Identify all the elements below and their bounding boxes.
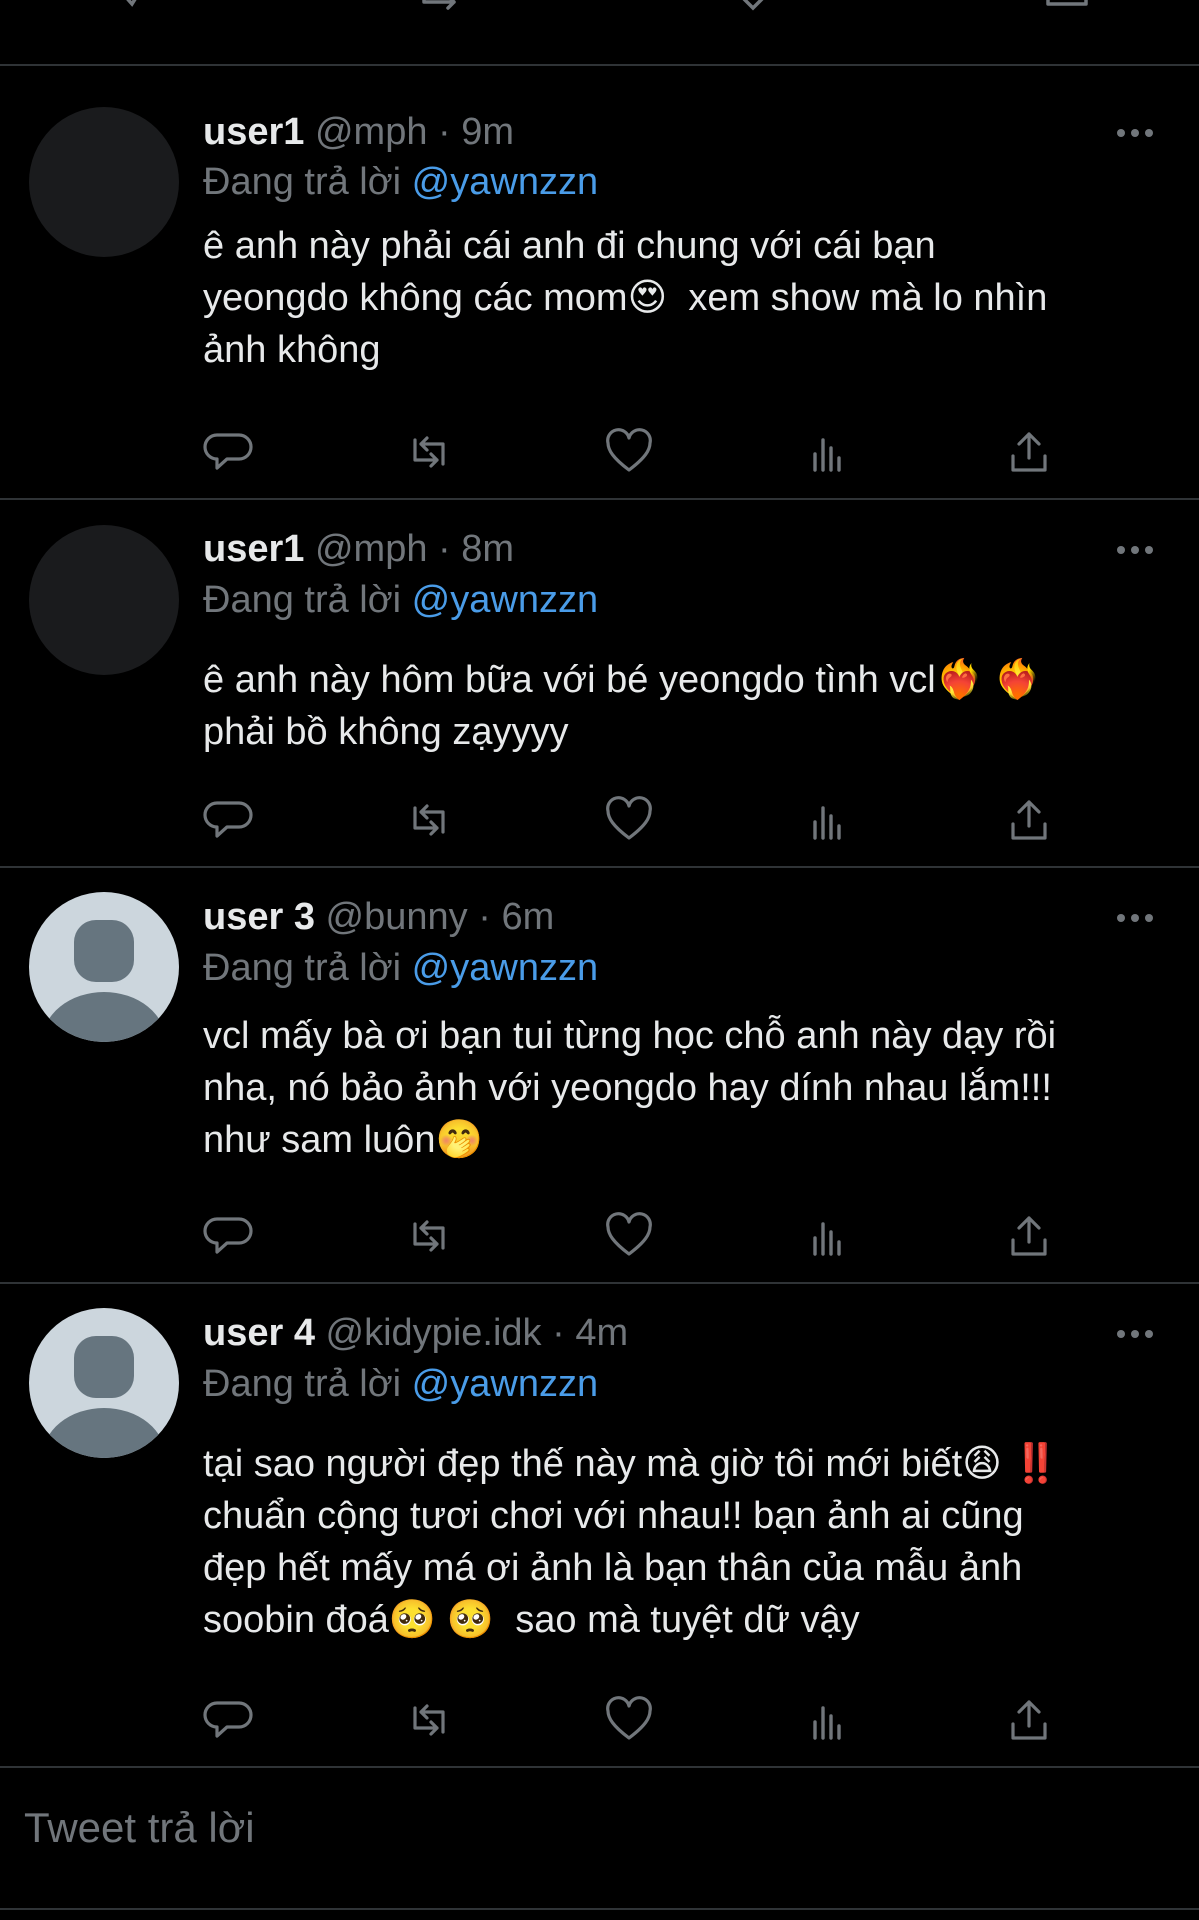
share-icon[interactable] <box>1003 794 1055 846</box>
tweet-text: tại sao người đẹp thế này mà giờ tôi mới… <box>203 1443 1060 1641</box>
replying-to-label: Đang trả lời <box>203 579 412 621</box>
tweet-header: user 4 @kidypie.idk · 4m <box>203 1309 628 1357</box>
like-icon[interactable] <box>603 1210 655 1262</box>
reply-input[interactable] <box>24 1798 1124 1858</box>
mention-link[interactable]: @yawnzzn <box>412 947 598 989</box>
tweet-header: user1 @mph · 9m <box>203 108 514 156</box>
views-icon[interactable] <box>803 794 855 846</box>
reply-icon[interactable] <box>203 426 255 478</box>
display-name[interactable]: user 3 <box>203 896 315 938</box>
tweet-actions <box>203 1694 1063 1746</box>
views-icon[interactable] <box>803 1694 855 1746</box>
more-options-icon[interactable] <box>1115 123 1155 143</box>
timestamp[interactable]: 9m <box>461 111 514 153</box>
reply-icon[interactable] <box>203 1210 255 1262</box>
tweet-text: vcl mấy bà ơi bạn tui từng học chỗ anh n… <box>203 1015 1057 1161</box>
display-name[interactable]: user1 <box>203 111 304 153</box>
replying-to: Đang trả lời @yawnzzn <box>203 158 598 206</box>
display-name[interactable]: user 4 <box>203 1312 315 1354</box>
timestamp[interactable]: 6m <box>501 896 554 938</box>
tweet-header: user1 @mph · 8m <box>203 525 514 573</box>
tweet-actions <box>203 426 1063 478</box>
views-icon[interactable] <box>803 1210 855 1262</box>
replying-to-label: Đang trả lời <box>203 1363 412 1405</box>
more-options-icon[interactable] <box>1115 540 1155 560</box>
tweet-item[interactable]: user1 @mph · 8m Đang trả lời @yawnzzn ê … <box>0 500 1199 868</box>
replying-to: Đang trả lời @yawnzzn <box>203 576 598 624</box>
share-icon[interactable] <box>1044 0 1090 16</box>
replying-to: Đang trả lời @yawnzzn <box>203 944 598 992</box>
like-icon[interactable] <box>603 426 655 478</box>
replying-to-label: Đang trả lời <box>203 161 412 203</box>
default-avatar-icon <box>42 1336 166 1458</box>
mention-link[interactable]: @yawnzzn <box>412 579 598 621</box>
tweet-actions <box>203 794 1063 846</box>
separator-dot: · <box>438 111 451 153</box>
user-handle[interactable]: @mph <box>315 111 428 153</box>
default-avatar-icon <box>42 920 166 1042</box>
tweet-header: user 3 @bunny · 6m <box>203 893 554 941</box>
tweet-actions <box>203 1210 1063 1262</box>
avatar[interactable] <box>29 892 179 1042</box>
more-options-icon[interactable] <box>1115 1324 1155 1344</box>
avatar[interactable] <box>29 107 179 257</box>
reply-icon[interactable] <box>203 1694 255 1746</box>
reply-icon[interactable] <box>203 794 255 846</box>
reply-composer <box>0 1768 1199 1910</box>
tweet-item[interactable]: user 3 @bunny · 6m Đang trả lời @yawnzzn… <box>0 868 1199 1284</box>
display-name[interactable]: user1 <box>203 528 304 570</box>
tweet-item[interactable]: user1 @mph · 9m Đang trả lời @yawnzzn ê … <box>0 66 1199 500</box>
separator-dot: · <box>438 528 451 570</box>
user-handle[interactable]: @bunny <box>326 896 468 938</box>
share-icon[interactable] <box>1003 1210 1055 1262</box>
more-options-icon[interactable] <box>1115 908 1155 928</box>
tweet-text: ê anh này hôm bữa với bé yeongdo tình vc… <box>203 659 1041 753</box>
top-action-bar <box>0 0 1199 66</box>
share-icon[interactable] <box>1003 426 1055 478</box>
retweet-icon[interactable] <box>420 0 466 16</box>
views-icon[interactable] <box>803 426 855 478</box>
separator-dot: · <box>552 1312 565 1354</box>
tweet-item[interactable]: user 4 @kidypie.idk · 4m Đang trả lời @y… <box>0 1284 1199 1768</box>
replying-to: Đang trả lời @yawnzzn <box>203 1360 598 1408</box>
tweet-text: ê anh này phải cái anh đi chung với cái … <box>203 225 1048 371</box>
reply-icon[interactable] <box>112 0 158 16</box>
retweet-icon[interactable] <box>403 1694 455 1746</box>
mention-link[interactable]: @yawnzzn <box>412 1363 598 1405</box>
user-handle[interactable]: @mph <box>315 528 428 570</box>
user-handle[interactable]: @kidypie.idk <box>326 1312 542 1354</box>
avatar[interactable] <box>29 1308 179 1458</box>
like-icon[interactable] <box>603 1694 655 1746</box>
share-icon[interactable] <box>1003 1694 1055 1746</box>
retweet-icon[interactable] <box>403 794 455 846</box>
mention-link[interactable]: @yawnzzn <box>412 161 598 203</box>
avatar[interactable] <box>29 525 179 675</box>
timestamp[interactable]: 8m <box>461 528 514 570</box>
retweet-icon[interactable] <box>403 426 455 478</box>
like-icon[interactable] <box>603 794 655 846</box>
retweet-icon[interactable] <box>403 1210 455 1262</box>
separator-dot: · <box>478 896 491 938</box>
like-icon[interactable] <box>733 0 779 16</box>
replying-to-label: Đang trả lời <box>203 947 412 989</box>
timestamp[interactable]: 4m <box>575 1312 628 1354</box>
